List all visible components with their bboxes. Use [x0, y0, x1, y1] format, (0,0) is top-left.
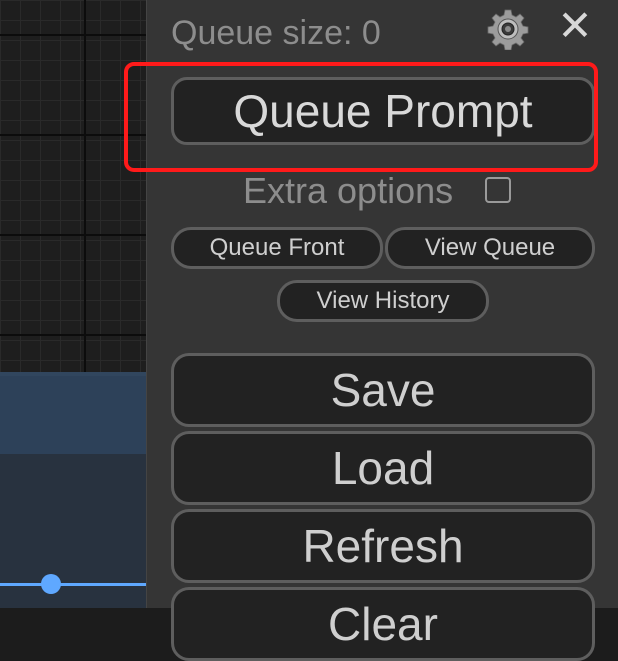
load-button[interactable]: Load [171, 431, 595, 505]
extra-options-label: Extra options [243, 170, 454, 211]
refresh-button[interactable]: Refresh [171, 509, 595, 583]
queue-size-label: Queue size: 0 [171, 14, 381, 52]
view-history-button[interactable]: View History [277, 280, 489, 322]
node-link-wire[interactable] [0, 583, 146, 586]
save-button[interactable]: Save [171, 353, 595, 427]
close-icon[interactable]: ✕ [555, 4, 595, 48]
gear-icon[interactable] [487, 8, 529, 50]
highlight-box [124, 62, 598, 172]
clear-button[interactable]: Clear [171, 587, 595, 661]
node-link-dot[interactable] [41, 574, 61, 594]
queue-front-button[interactable]: Queue Front [171, 227, 383, 269]
graph-node-header[interactable] [0, 376, 146, 454]
view-queue-button[interactable]: View Queue [385, 227, 595, 269]
extra-options-checkbox[interactable] [485, 177, 511, 203]
